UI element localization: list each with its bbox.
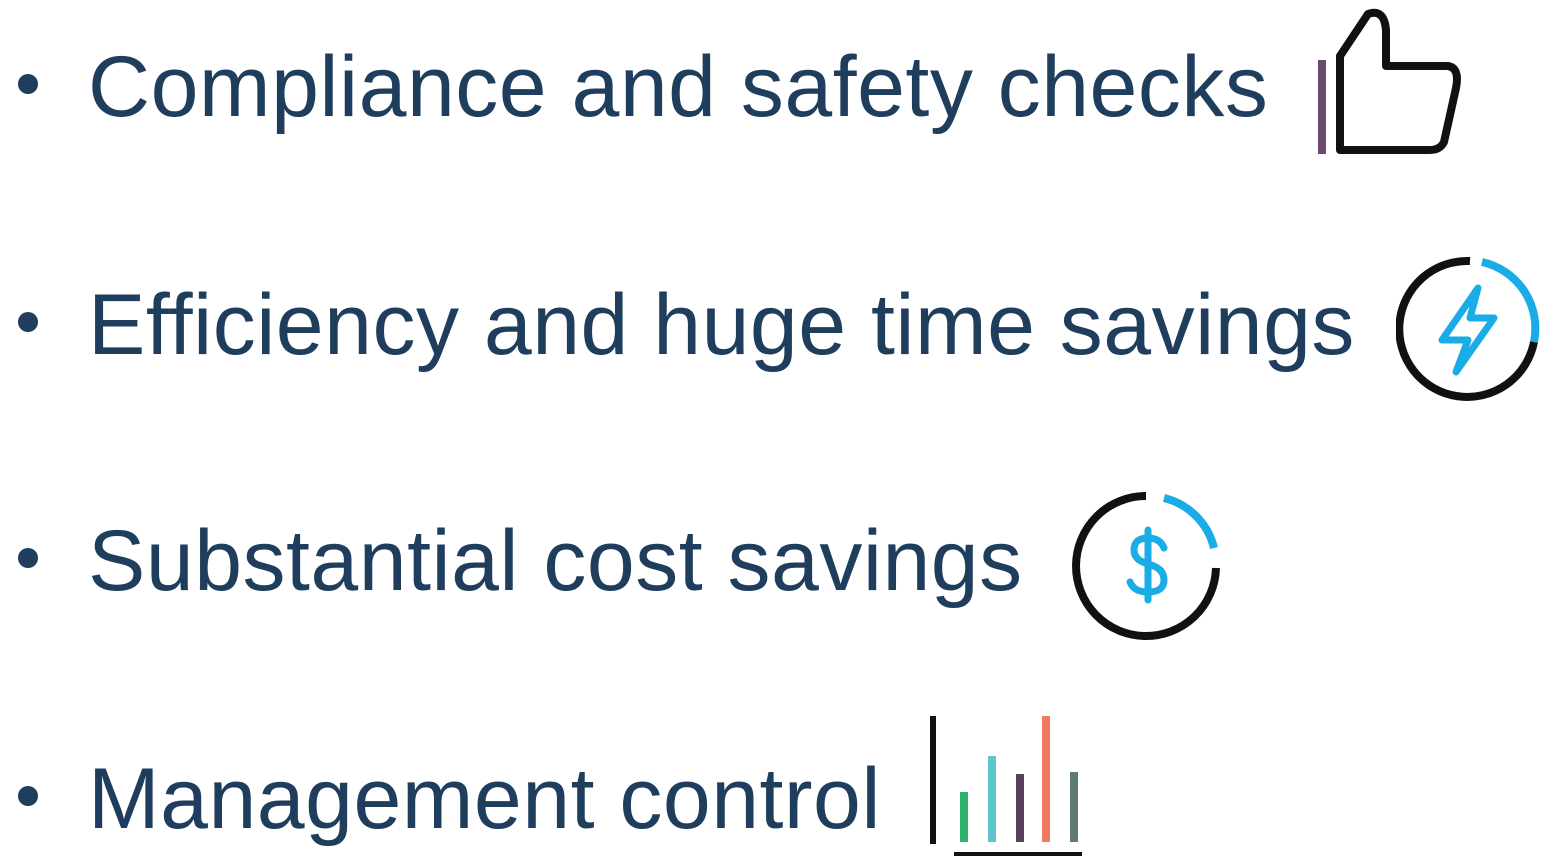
- bullet-text: Management control: [88, 751, 881, 847]
- bullet-dot: [18, 74, 38, 94]
- bullet-text: Substantial cost savings: [88, 513, 1023, 609]
- bullet-item-efficiency: Efficiency and huge time savings: [0, 266, 1542, 386]
- bullet-item-cost: Substantial cost savings: [0, 504, 1542, 624]
- thumbs-up-icon: [1310, 8, 1470, 158]
- bullet-dot: [18, 548, 38, 568]
- bullet-text: Efficiency and huge time savings: [88, 277, 1355, 373]
- lightning-bolt-icon: [1396, 256, 1542, 402]
- bullet-item-management: Management control: [0, 740, 1542, 860]
- bullet-dot: [18, 786, 38, 806]
- bullet-dot: [18, 312, 38, 332]
- bar-chart-icon: [926, 712, 1086, 856]
- bullet-text: Compliance and safety checks: [88, 39, 1269, 135]
- dollar-circle-icon: [1072, 490, 1222, 640]
